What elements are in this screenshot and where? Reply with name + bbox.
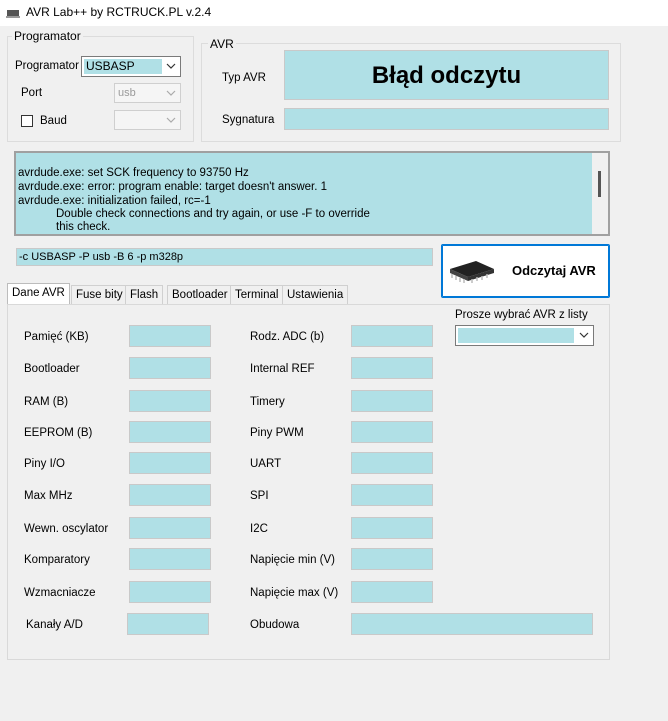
field-bootloader[interactable]: [129, 357, 211, 379]
field-piny-io[interactable]: [129, 452, 211, 474]
field-max-mhz[interactable]: [129, 484, 211, 506]
field-label-uart: UART: [250, 458, 282, 470]
log-output[interactable]: avrdude.exe: set SCK frequency to 93750 …: [14, 151, 610, 236]
field-eeprom[interactable]: [129, 421, 211, 443]
avr-model-select-value: [458, 328, 574, 343]
port-select[interactable]: usb: [114, 83, 181, 103]
tab-flash[interactable]: Flash: [125, 285, 164, 305]
chevron-down-icon: [166, 63, 176, 69]
chevron-down-icon: [579, 332, 589, 338]
programmer-select-value: USBASP: [84, 59, 162, 74]
field-i2c[interactable]: [351, 517, 433, 539]
port-label: Port: [21, 87, 43, 99]
log-line: avrdude.exe: set SCK frequency to 93750 …: [18, 167, 249, 179]
command-value: -c USBASP -P usb -B 6 -p m328p: [19, 251, 184, 263]
app-icon: [6, 10, 20, 18]
field-label-oscylator: Wewn. oscylator: [24, 523, 109, 535]
programmer-group-legend: Programator: [12, 29, 83, 43]
field-spi[interactable]: [351, 484, 433, 506]
signature-field[interactable]: [284, 108, 609, 130]
tab-dane-avr[interactable]: Dane AVR: [7, 283, 70, 305]
log-scrollbar[interactable]: [592, 153, 608, 234]
title-bar[interactable]: AVR Lab++ by RCTRUCK.PL v.2.4: [0, 0, 668, 26]
read-avr-button-label: Odczytaj AVR: [512, 263, 596, 278]
command-field[interactable]: -c USBASP -P usb -B 6 -p m328p: [16, 248, 433, 266]
signature-label: Sygnatura: [222, 114, 275, 126]
log-line: avrdude.exe: error: program enable: targ…: [18, 181, 328, 193]
field-label-napiecie-min: Napięcie min (V): [250, 554, 335, 566]
field-label-piny-pwm: Piny PWM: [250, 427, 304, 439]
programmer-label: Programator: [15, 60, 79, 72]
field-label-bootloader: Bootloader: [24, 363, 80, 375]
chip-icon: [450, 261, 494, 283]
avr-type-label: Typ AVR: [222, 72, 266, 84]
select-avr-label: Prosze wybrać AVR z listy: [455, 309, 588, 321]
log-scrollbar-thumb[interactable]: [598, 171, 601, 197]
field-napiecie-min[interactable]: [351, 548, 433, 570]
field-ram[interactable]: [129, 390, 211, 412]
avr-type-field: Błąd odczytu: [284, 50, 609, 100]
tab-bootloader[interactable]: Bootloader: [167, 285, 233, 305]
log-line: this check.: [56, 221, 111, 233]
field-label-wzmacniacze: Wzmacniacze: [24, 587, 96, 599]
window-title: AVR Lab++ by RCTRUCK.PL v.2.4: [26, 5, 212, 19]
tab-panel-dane-avr: [7, 304, 610, 660]
programmer-select[interactable]: USBASP: [81, 56, 181, 77]
field-pamiec[interactable]: [129, 325, 211, 347]
tab-fuse-bity[interactable]: Fuse bity: [71, 285, 128, 305]
field-label-timery: Timery: [250, 396, 285, 408]
field-label-obudowa: Obudowa: [250, 619, 300, 631]
field-label-eeprom: EEPROM (B): [24, 427, 93, 439]
baud-label: Baud: [40, 115, 67, 127]
field-label-internal-ref: Internal REF: [250, 363, 315, 375]
chevron-down-icon: [166, 90, 176, 96]
read-avr-button[interactable]: Odczytaj AVR: [441, 244, 610, 298]
tab-terminal[interactable]: Terminal: [230, 285, 284, 305]
port-select-value: usb: [118, 87, 136, 99]
field-komparatory[interactable]: [129, 548, 211, 570]
field-label-i2c: I2C: [250, 523, 268, 535]
field-label-max-mhz: Max MHz: [24, 490, 73, 502]
avr-model-select[interactable]: [455, 325, 594, 346]
field-label-ram: RAM (B): [24, 396, 69, 408]
field-obudowa[interactable]: [351, 613, 593, 635]
field-kanaly-ad[interactable]: [127, 613, 209, 635]
field-napiecie-max[interactable]: [351, 581, 433, 603]
field-label-kanaly-ad: Kanały A/D: [26, 619, 83, 631]
field-internal-ref[interactable]: [351, 357, 433, 379]
field-label-spi: SPI: [250, 490, 269, 502]
field-piny-pwm[interactable]: [351, 421, 433, 443]
chevron-down-icon: [166, 117, 176, 123]
field-uart[interactable]: [351, 452, 433, 474]
field-label-rodz-adc: Rodz. ADC (b): [250, 331, 325, 343]
log-line: avrdude.exe: initialization failed, rc=-…: [18, 195, 211, 207]
baud-select[interactable]: [114, 110, 181, 130]
field-wzmacniacze[interactable]: [129, 581, 211, 603]
field-timery[interactable]: [351, 390, 433, 412]
tab-ustawienia[interactable]: Ustawienia: [282, 285, 349, 305]
field-rodz-adc[interactable]: [351, 325, 433, 347]
field-oscylator[interactable]: [129, 517, 211, 539]
baud-checkbox[interactable]: [21, 115, 33, 127]
field-label-piny-io: Piny I/O: [24, 458, 65, 470]
avr-type-value: Błąd odczytu: [371, 62, 522, 89]
field-label-komparatory: Komparatory: [24, 554, 90, 566]
field-label-pamiec: Pamięć (KB): [24, 331, 89, 343]
field-label-napiecie-max: Napięcie max (V): [250, 587, 339, 599]
log-line: Double check connections and try again, …: [56, 208, 370, 220]
avr-group-legend: AVR: [208, 37, 236, 51]
